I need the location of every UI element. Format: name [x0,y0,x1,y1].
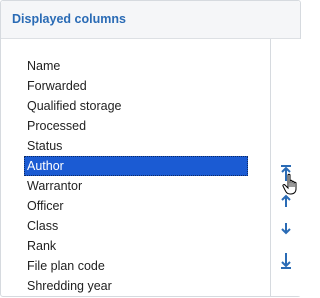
list-item[interactable]: Status [24,136,248,156]
list-item[interactable]: Shredding year [24,276,248,296]
columns-list-area: Name Forwarded Qualified storage Process… [1,39,270,296]
move-up-down-icon [281,194,291,235]
list-item[interactable]: Rank [24,236,248,256]
panel-header: Displayed columns [1,1,300,39]
panel-title: Displayed columns [12,12,126,26]
list-item[interactable]: File plan code [24,256,248,276]
list-item[interactable]: Class [24,216,248,236]
list-item[interactable]: Name [24,56,248,76]
move-to-top-button[interactable] [278,163,294,183]
move-to-top-icon [281,165,291,181]
reorder-button-rail [270,39,302,296]
move-to-bottom-icon [281,253,291,269]
displayed-columns-panel: Displayed columns Name Forwarded Qualifi… [0,0,302,297]
displayed-columns-list[interactable]: Name Forwarded Qualified storage Process… [24,56,248,296]
list-item[interactable]: Author [24,156,248,176]
list-item[interactable]: Officer [24,196,248,216]
list-item[interactable]: Warrantor [24,176,248,196]
list-item[interactable]: Qualified storage [24,96,248,116]
move-up-down-button[interactable] [278,191,294,239]
list-item[interactable]: Processed [24,116,248,136]
list-item[interactable]: Forwarded [24,76,248,96]
move-to-bottom-button[interactable] [278,251,294,271]
